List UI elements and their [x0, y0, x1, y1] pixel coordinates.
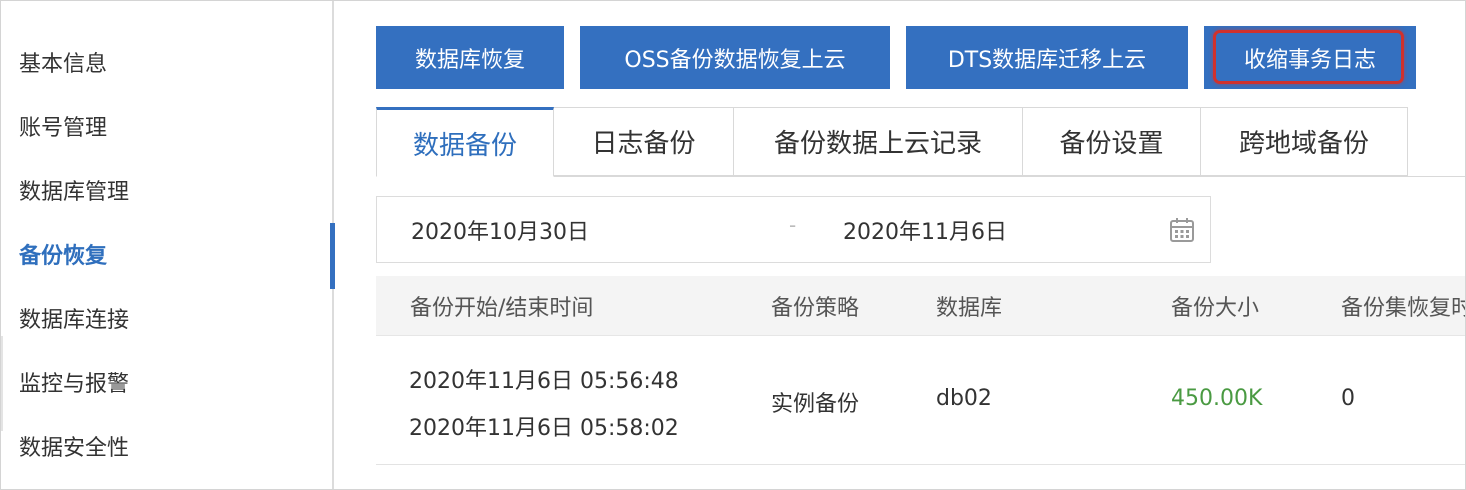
date-range-end[interactable]: 2020年11月6日 [843, 214, 1007, 246]
database-restore-button[interactable]: 数据库恢复 [376, 26, 564, 89]
column-header-backup-time: 备份开始/结束时间 [410, 296, 594, 321]
row-database: db02 [936, 386, 992, 411]
row-start-time: 2020年11月6日 05:56:48 [409, 369, 679, 394]
date-range-start[interactable]: 2020年10月30日 [411, 214, 589, 246]
tab-cross-region-backup[interactable]: 跨地域备份 [1201, 107, 1408, 176]
page-frame: 基本信息 账号管理 数据库管理 备份恢复 数据库连接 监控与报警 数据安全性 数… [0, 0, 1466, 490]
row-backup-set-restore: 0 [1341, 386, 1355, 411]
column-header-backup-size: 备份大小 [1171, 296, 1260, 321]
tab-backup-settings[interactable]: 备份设置 [1023, 107, 1201, 176]
shrink-transaction-log-button[interactable]: 收缩事务日志 [1204, 26, 1416, 89]
oss-restore-to-cloud-button[interactable]: OSS备份数据恢复上云 [580, 26, 890, 89]
calendar-icon[interactable] [1168, 216, 1196, 244]
dts-migrate-to-cloud-button[interactable]: DTS数据库迁移上云 [906, 26, 1188, 89]
date-range-separator: - [789, 213, 797, 237]
sidebar-item-account-management[interactable]: 账号管理 [19, 114, 107, 144]
row-backup-size: 450.00K [1171, 386, 1263, 411]
column-header-database: 数据库 [936, 296, 1003, 321]
active-item-indicator [330, 223, 335, 289]
date-range-picker[interactable]: 2020年10月30日 - 2020年11月6日 [376, 196, 1211, 263]
sidebar-item-backup-restore[interactable]: 备份恢复 [19, 242, 107, 272]
sidebar-item-data-security[interactable]: 数据安全性 [19, 434, 129, 464]
tab-data-backup[interactable]: 数据备份 [376, 107, 554, 177]
sidebar-item-basic-info[interactable]: 基本信息 [19, 50, 107, 80]
tab-log-backup[interactable]: 日志备份 [554, 107, 734, 176]
column-header-backup-set-restore: 备份集恢复时 [1341, 296, 1466, 321]
sidebar-item-database-management[interactable]: 数据库管理 [19, 178, 129, 208]
tab-backup-cloud-records[interactable]: 备份数据上云记录 [734, 107, 1023, 176]
table-row: 2020年11月6日 05:56:48 2020年11月6日 05:58:02 … [376, 335, 1465, 465]
column-header-backup-strategy: 备份策略 [771, 296, 860, 321]
table-header: 备份开始/结束时间 备份策略 数据库 备份大小 备份集恢复时 [376, 276, 1466, 336]
sidebar-item-database-connection[interactable]: 数据库连接 [19, 306, 129, 336]
sidebar-nav: 基本信息 账号管理 数据库管理 备份恢复 数据库连接 监控与报警 数据安全性 [1, 1, 334, 489]
row-backup-strategy: 实例备份 [771, 392, 860, 417]
row-end-time: 2020年11月6日 05:58:02 [409, 416, 679, 441]
sidebar-edge-divider [1, 336, 3, 431]
sidebar-item-monitoring-alerts[interactable]: 监控与报警 [19, 370, 129, 400]
